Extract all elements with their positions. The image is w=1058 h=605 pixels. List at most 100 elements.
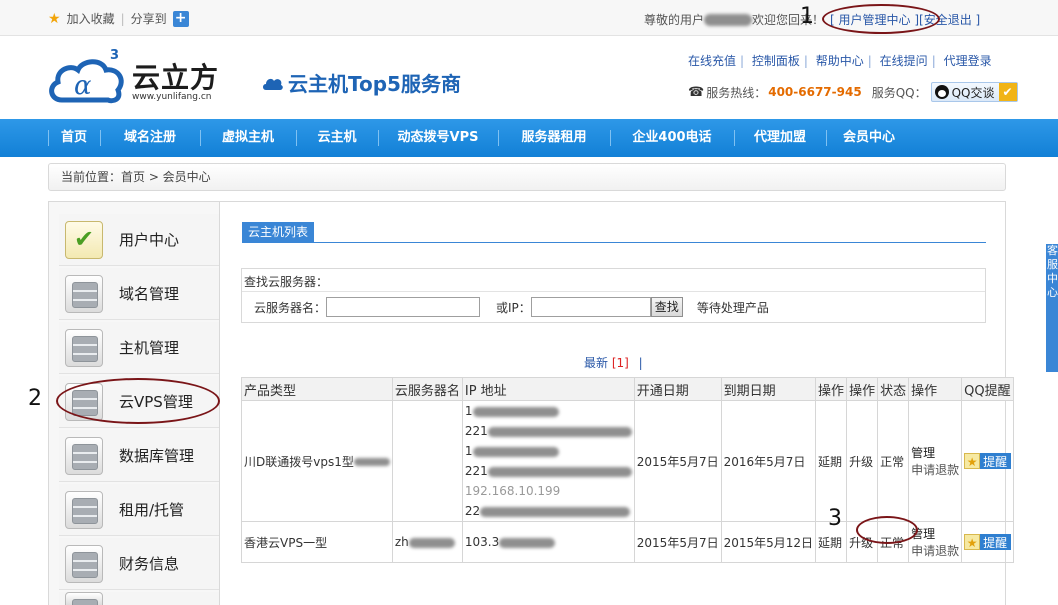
remind-label: 提醒	[983, 535, 1008, 550]
qq-label: 服务QQ：	[871, 85, 927, 100]
sidebar-item-finance[interactable]: 财务信息	[59, 538, 219, 590]
sidebar-item-partial	[59, 592, 219, 605]
tab-cloud-host-list[interactable]: 云主机列表	[242, 222, 315, 242]
header-link-control-panel[interactable]: 控制面板	[752, 54, 800, 68]
qq-penguin-icon	[934, 85, 949, 99]
top-bar-left: ★ 加入收藏 | 分享到 +	[48, 10, 189, 27]
nav-item-dial-vps[interactable]: 动态拨号VPS	[378, 119, 498, 157]
pager-latest[interactable]: 最新	[584, 356, 608, 370]
sidebar-item-hosting[interactable]: 租用/托管	[59, 484, 219, 536]
ip-line: 192.168.10.199	[464, 484, 561, 498]
header-link-agent-login[interactable]: 代理登录	[944, 54, 992, 68]
header-link-help[interactable]: 帮助中心	[816, 54, 864, 68]
renew-link[interactable]: 延期	[815, 400, 848, 522]
refund-link[interactable]: 申请退款	[911, 542, 959, 559]
server-icon	[65, 436, 103, 475]
tab-underline	[242, 242, 986, 243]
nav-item-400-phone[interactable]: 企业400电话	[610, 119, 734, 157]
server-name-input[interactable]	[326, 297, 481, 317]
cell-product-type: 川D联通拨号vps1型	[241, 400, 393, 522]
pager: 最新 [1] |	[584, 354, 643, 371]
cell-ip: 103.3	[461, 521, 635, 563]
server-icon	[65, 544, 103, 583]
nav-item-home[interactable]: 首页	[48, 119, 100, 157]
pager-separator: |	[638, 356, 643, 370]
upgrade-link[interactable]: 升级	[846, 400, 879, 522]
cloud-icon	[263, 78, 283, 90]
annotation-number-1: 1	[800, 4, 814, 29]
ip-line: 1	[465, 441, 632, 461]
sidebar-item-user-center[interactable]: 用户中心	[59, 214, 219, 266]
qq-chat-button[interactable]: QQ交谈 ✔	[930, 82, 1018, 102]
pager-current[interactable]: [1]	[612, 356, 629, 370]
manage-link[interactable]: 管理	[911, 444, 959, 461]
sidebar-item-domain[interactable]: 域名管理	[59, 268, 219, 320]
ip-line: 1	[465, 401, 632, 421]
sidebar-item-label: 用户中心	[119, 231, 180, 249]
ip-input[interactable]	[530, 297, 651, 317]
site-logo[interactable]: α 3 云立方 www.yunlifang.cn	[48, 48, 240, 104]
hotline-number: 400-6677-945	[768, 85, 862, 99]
sidebar-item-label: 数据库管理	[119, 447, 195, 465]
qq-check-icon: ✔	[998, 83, 1017, 101]
nav-item-cloud-host[interactable]: 云主机	[296, 119, 378, 157]
redacted-username	[704, 13, 753, 26]
share-link[interactable]: 分享到	[131, 10, 167, 27]
logo-text: 云立方	[132, 61, 220, 94]
logo-cloud-icon: α	[49, 59, 124, 104]
server-icon	[65, 274, 103, 313]
sidebar-item-label: 租用/托管	[119, 501, 185, 519]
sidebar-item-label: 财务信息	[119, 555, 180, 573]
remind-button[interactable]: ★ 提醒	[964, 534, 1012, 550]
annotation-ellipse-3	[856, 516, 918, 544]
search-button[interactable]: 查找	[650, 297, 683, 317]
header-link-recharge[interactable]: 在线充值	[688, 54, 736, 68]
col-ip: IP 地址	[461, 377, 635, 401]
slogan: 云主机Top5服务商	[262, 68, 461, 97]
star-icon: ★	[964, 534, 981, 550]
redacted	[353, 458, 390, 466]
svg-text:α: α	[74, 71, 92, 101]
cell-ip: 1 221 1 221 192.168.10.199 22	[461, 400, 635, 522]
phone-icon: ☎	[688, 84, 705, 100]
server-icon	[65, 592, 103, 605]
col-qq-remind: QQ提醒	[961, 377, 1015, 401]
cell-server-name: zh	[391, 521, 463, 563]
nav-item-virtual-host[interactable]: 虚拟主机	[200, 119, 296, 157]
qq-chat-label: QQ交谈	[951, 85, 995, 100]
nav-item-agent[interactable]: 代理加盟	[734, 119, 826, 157]
col-expire-date: 到期日期	[720, 377, 817, 401]
manage-link[interactable]: 管理	[911, 525, 959, 542]
annotation-number-3: 3	[828, 506, 842, 531]
pending-products-link[interactable]: 等待处理产品	[697, 299, 769, 316]
sidebar-item-database[interactable]: 数据库管理	[59, 430, 219, 482]
star-icon: ★	[964, 453, 981, 469]
nav-item-member-center[interactable]: 会员中心	[826, 119, 912, 157]
customer-service-float-tab[interactable]: 客服中心	[1046, 244, 1058, 372]
cell-open-date: 2015年5月7日	[633, 400, 722, 522]
nav-item-server-rental[interactable]: 服务器租用	[498, 119, 610, 157]
cell-expire-date: 2016年5月7日	[720, 400, 817, 522]
greeting-prefix: 尊敬的用户	[644, 13, 705, 27]
annotation-number-2: 2	[28, 386, 42, 411]
server-icon	[65, 328, 103, 367]
bookmark-link[interactable]: 加入收藏	[67, 10, 115, 27]
refund-link[interactable]: 申请退款	[911, 461, 959, 478]
product-type: 川D联通拨号vps1型	[244, 454, 354, 469]
share-plus-icon[interactable]: +	[172, 10, 189, 27]
cell-product-type: 香港云VPS一型	[241, 521, 393, 563]
ip-label: 或IP：	[496, 300, 531, 315]
sidebar-item-host[interactable]: 主机管理	[59, 322, 219, 374]
search-title: 查找云服务器：	[244, 275, 329, 289]
remind-button[interactable]: ★ 提醒	[964, 453, 1012, 469]
slogan-text: 云主机Top5服务商	[288, 72, 461, 96]
star-icon: ★	[48, 10, 61, 27]
logo-superscript: 3	[110, 48, 120, 63]
col-product-type: 产品类型	[241, 377, 393, 401]
header-link-ask[interactable]: 在线提问	[880, 54, 928, 68]
check-icon	[65, 220, 103, 259]
hotline: ☎ 服务热线： 400-6677-945 服务QQ： QQ交谈 ✔	[688, 82, 1018, 102]
nav-item-domain[interactable]: 域名注册	[100, 119, 200, 157]
ip-line: 22	[465, 501, 632, 521]
cell-remind: ★ 提醒	[961, 521, 1015, 563]
